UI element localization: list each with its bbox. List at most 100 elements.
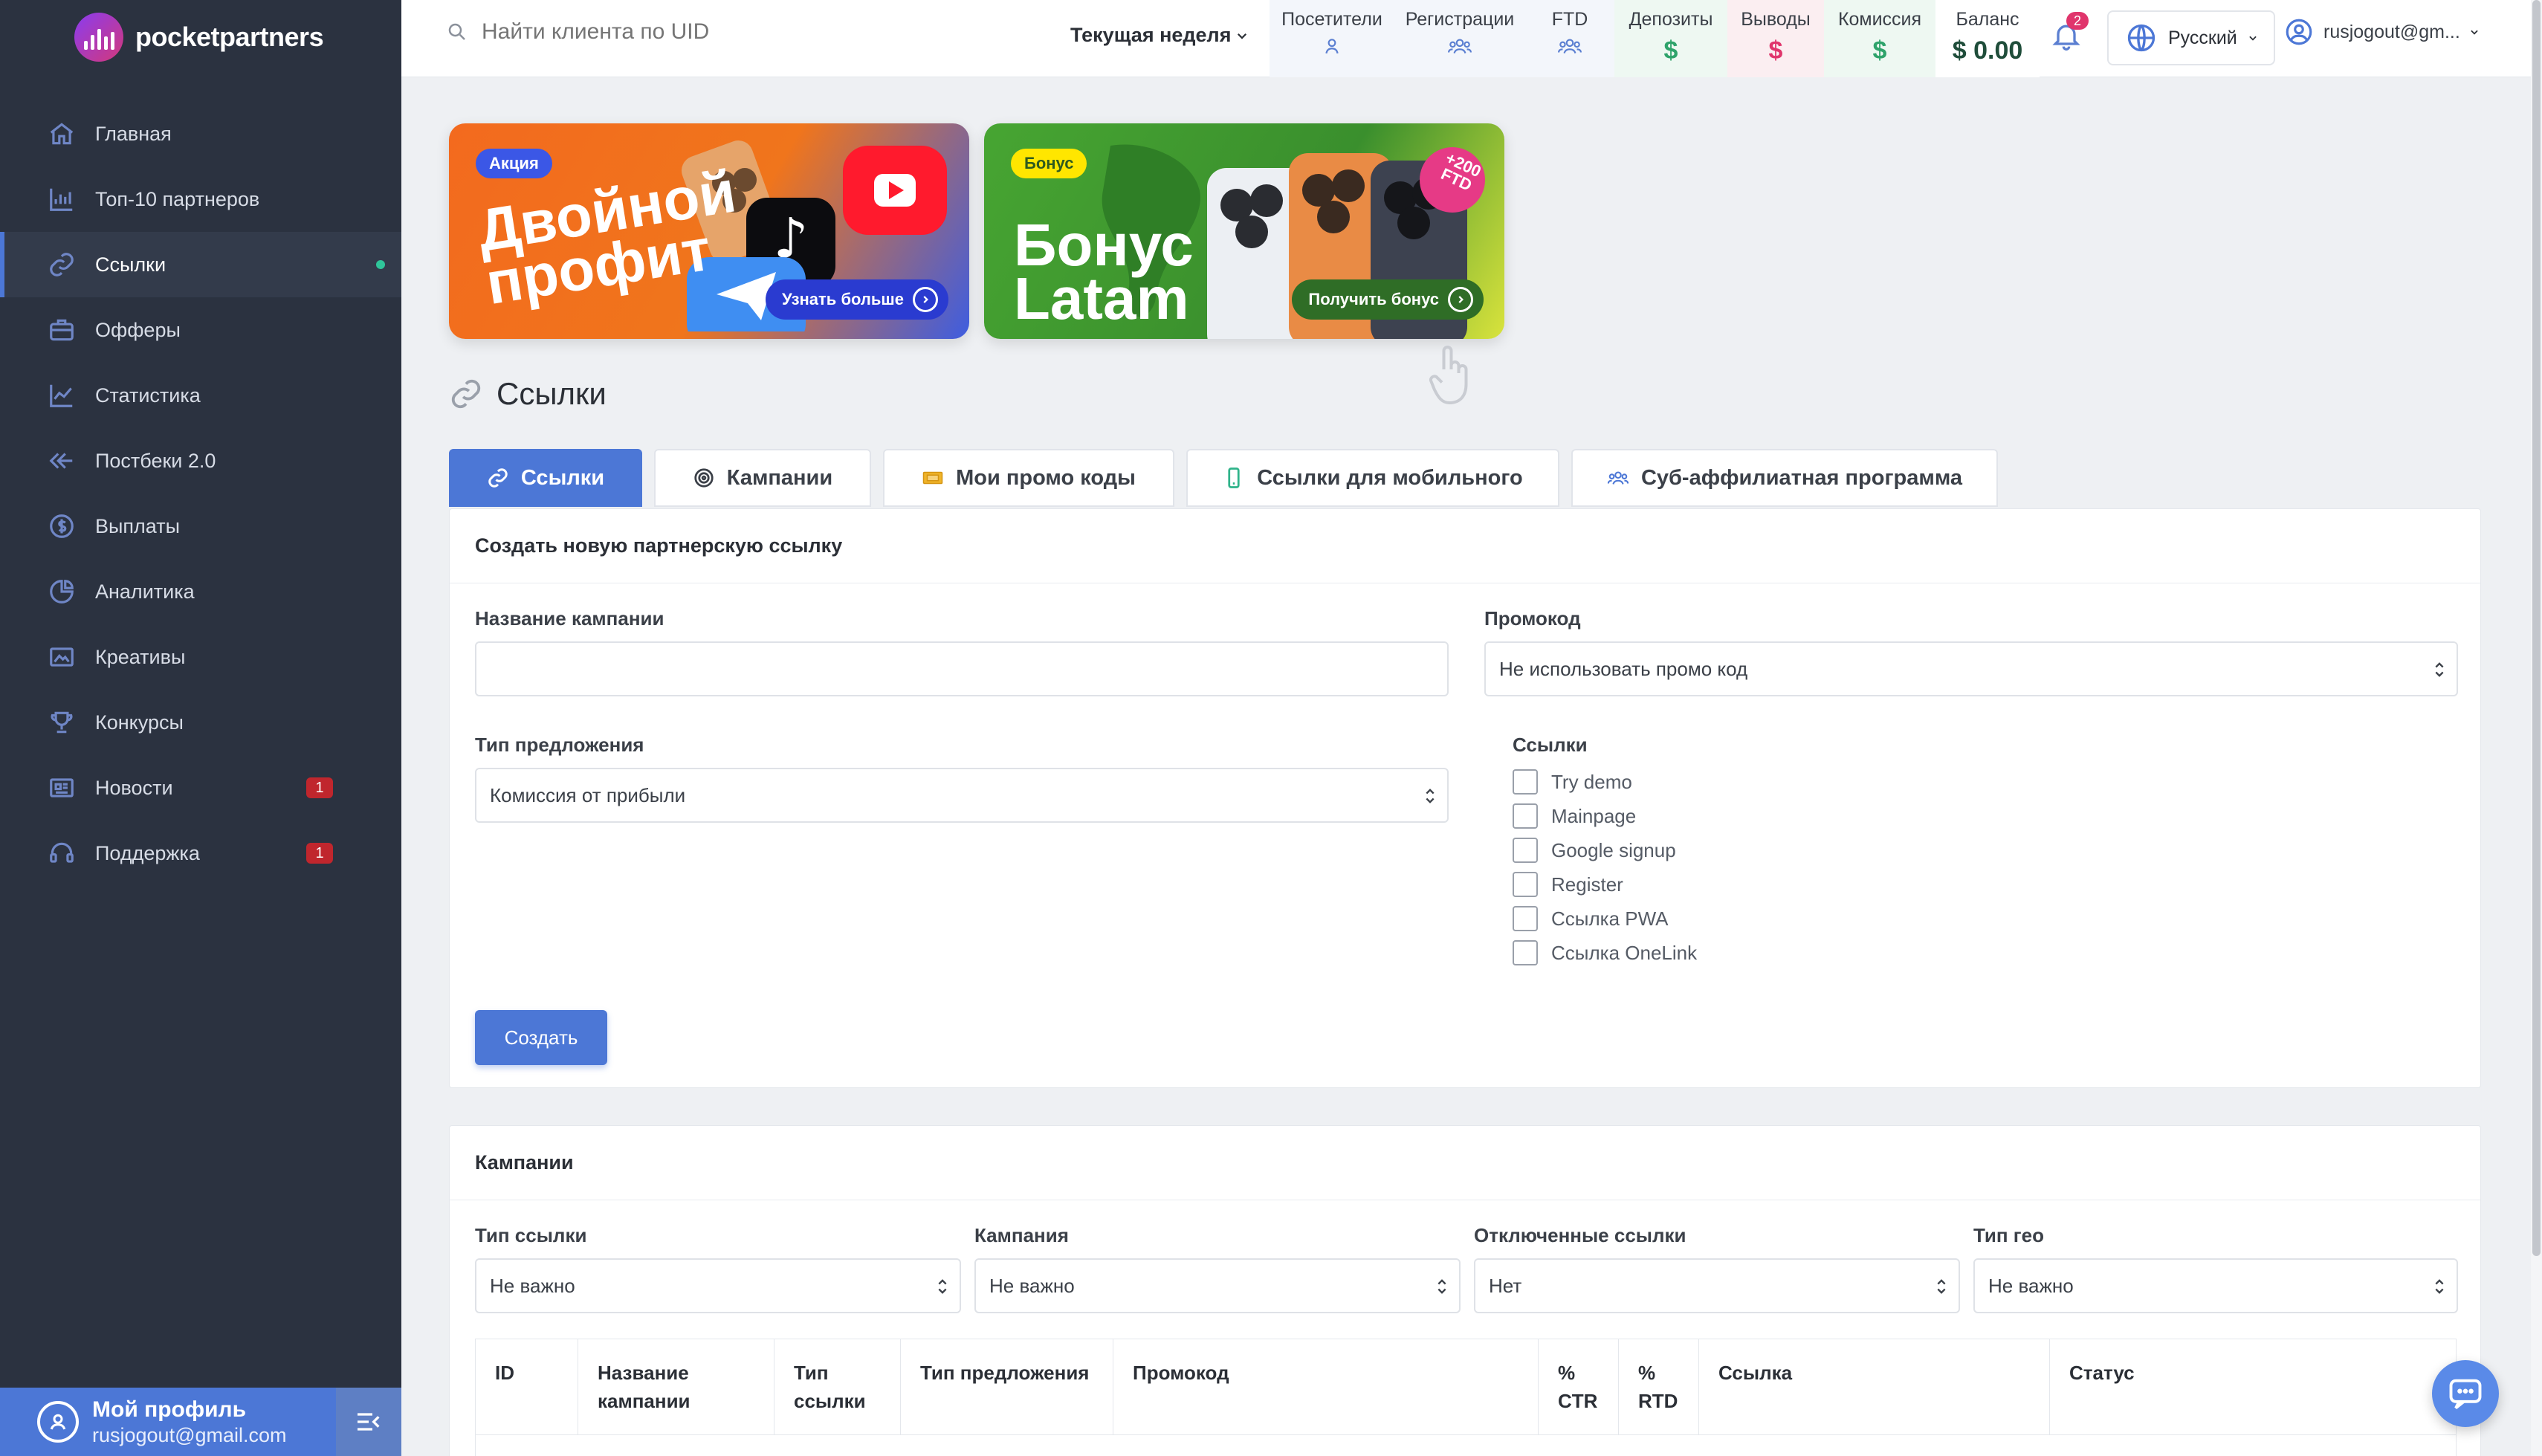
checkbox-google-signup[interactable]: Google signup [1513, 833, 1697, 867]
stat-visitors: Посетители [1270, 0, 1394, 77]
stat-registrations: Регистрации [1394, 0, 1525, 77]
create-button[interactable]: Создать [475, 1010, 607, 1065]
line-chart-icon [50, 384, 73, 407]
brand-logo[interactable]: pocketpartners [74, 10, 324, 64]
checkbox-label: Register [1551, 873, 1623, 896]
checkbox[interactable] [1513, 906, 1538, 931]
sidebar-item-top10[interactable]: Топ-10 партнеров [0, 166, 401, 232]
checkbox-try-demo[interactable]: Try demo [1513, 765, 1697, 799]
column-header[interactable]: % RTD [1619, 1339, 1699, 1434]
column-header[interactable]: Название кампании [578, 1339, 774, 1434]
users-icon [1558, 39, 1582, 54]
column-header[interactable]: % CTR [1539, 1339, 1619, 1434]
checkbox-register[interactable]: Register [1513, 867, 1697, 902]
page-scrollbar[interactable] [2531, 0, 2542, 1456]
tab-label: Кампании [726, 465, 833, 490]
banner-tag: Бонус [1011, 149, 1087, 178]
sidebar: pocketpartners Главная Топ-10 партнеров … [0, 0, 401, 1456]
campaign-name-label: Название кампании [475, 607, 664, 630]
news-icon [50, 778, 74, 797]
headset-icon [50, 842, 74, 863]
sidebar-item-contests[interactable]: Конкурсы [0, 690, 401, 755]
tab-links[interactable]: Ссылки [449, 449, 642, 507]
image-icon [50, 647, 74, 667]
tab-sub-affiliate[interactable]: Суб-аффилиатная программа [1571, 449, 1998, 507]
sidebar-item-links[interactable]: Ссылки [0, 232, 401, 297]
chevron-down-icon [2471, 30, 2478, 35]
checkbox[interactable] [1513, 872, 1538, 897]
checkbox-pwa[interactable]: Ссылка PWA [1513, 902, 1697, 936]
column-header[interactable]: ID [476, 1339, 578, 1434]
link-type-filter[interactable]: Не важно [475, 1258, 961, 1313]
chevron-down-icon [2249, 36, 2257, 41]
select-arrows-icon [1937, 1279, 1946, 1294]
column-header[interactable]: Тип предложения [901, 1339, 1113, 1434]
select-value: Нет [1489, 1274, 1522, 1297]
promo-banner-double-profit[interactable]: ♪ Акция Двойной профит Узнать больше [449, 123, 969, 339]
column-header[interactable]: Статус [2050, 1339, 2456, 1434]
geo-type-filter[interactable]: Не важно [1973, 1258, 2458, 1313]
get-bonus-button[interactable]: Получить бонус [1292, 279, 1484, 320]
column-header[interactable]: Промокод [1113, 1339, 1539, 1434]
target-icon [694, 468, 714, 488]
sidebar-item-postbacks[interactable]: Постбеки 2.0 [0, 428, 401, 494]
tab-campaigns[interactable]: Кампании [654, 449, 871, 507]
user-menu[interactable]: rusjogout@gm... [2283, 16, 2480, 48]
dollar-circle-icon [50, 514, 74, 538]
banner-tag: Акция [476, 149, 552, 178]
user-circle-icon [2286, 19, 2312, 45]
language-dropdown[interactable]: Русский [2107, 10, 2275, 65]
chat-button[interactable] [2432, 1360, 2499, 1427]
stat-value: $ [1872, 36, 1887, 65]
stat-withdrawals: Выводы $ [1727, 0, 1824, 77]
disabled-links-filter[interactable]: Нет [1474, 1258, 1960, 1313]
card-header: Создать новую партнерскую ссылку [450, 509, 2480, 583]
offer-type-label: Тип предложения [475, 734, 644, 756]
campaign-name-input[interactable] [475, 641, 1449, 696]
filter-label: Отключенные ссылки [1474, 1224, 1686, 1246]
ticket-icon [922, 471, 943, 485]
search-input[interactable] [482, 19, 898, 45]
sidebar-item-news[interactable]: Новости 1 [0, 755, 401, 821]
chevron-down-icon [1238, 33, 1247, 39]
sidebar-item-home[interactable]: Главная [0, 101, 401, 166]
sidebar-item-support[interactable]: Поддержка 1 [0, 821, 401, 886]
checkbox[interactable] [1513, 769, 1538, 795]
sidebar-item-statistics[interactable]: Статистика [0, 363, 401, 428]
offer-type-select[interactable]: Комиссия от прибыли [475, 768, 1449, 823]
promo-code-select[interactable]: Не использовать промо код [1484, 641, 2458, 696]
sidebar-item-label: Конкурсы [95, 711, 184, 734]
checkbox-label: Ссылка OneLink [1551, 941, 1698, 964]
logo-icon [74, 13, 123, 62]
checkbox-onelink[interactable]: Ссылка OneLink [1513, 936, 1697, 970]
collapse-sidebar-button[interactable] [336, 1388, 401, 1456]
tab-mobile-links[interactable]: Ссылки для мобильного [1186, 449, 1559, 507]
sidebar-item-creatives[interactable]: Креативы [0, 624, 401, 690]
tab-promo-codes[interactable]: Мои промо коды [883, 449, 1174, 507]
checkbox[interactable] [1513, 838, 1538, 863]
stat-label: Выводы [1741, 9, 1811, 30]
sidebar-item-payouts[interactable]: Выплаты [0, 494, 401, 559]
sidebar-item-offers[interactable]: Офферы [0, 297, 401, 363]
sidebar-item-analytics[interactable]: Аналитика [0, 559, 401, 624]
bar-chart-icon [50, 188, 73, 211]
user-icon [1325, 39, 1339, 54]
postback-icon [49, 453, 73, 469]
profile-block[interactable]: Мой профиль rusjogout@gmail.com [0, 1388, 401, 1456]
collapse-menu-icon [358, 1413, 380, 1431]
checkbox[interactable] [1513, 803, 1538, 829]
support-badge: 1 [306, 843, 333, 864]
link-icon [451, 379, 481, 409]
checkbox[interactable] [1513, 940, 1538, 965]
column-header[interactable]: Ссылка [1699, 1339, 2050, 1434]
promo-banner-latam[interactable]: +200 FTD Бонус Бонус Latam Получить бону… [984, 123, 1504, 339]
period-dropdown[interactable]: Текущая неделя [1070, 24, 1249, 47]
campaign-filter[interactable]: Не важно [974, 1258, 1461, 1313]
chat-icon [2449, 1379, 2482, 1410]
checkbox-mainpage[interactable]: Mainpage [1513, 799, 1697, 833]
scrollbar-thumb[interactable] [2532, 0, 2541, 1256]
filter-label: Кампания [974, 1224, 1069, 1246]
column-header[interactable]: Тип ссылки [774, 1339, 901, 1434]
learn-more-button[interactable]: Узнать больше [765, 279, 948, 320]
sidebar-item-label: Новости [95, 776, 173, 799]
